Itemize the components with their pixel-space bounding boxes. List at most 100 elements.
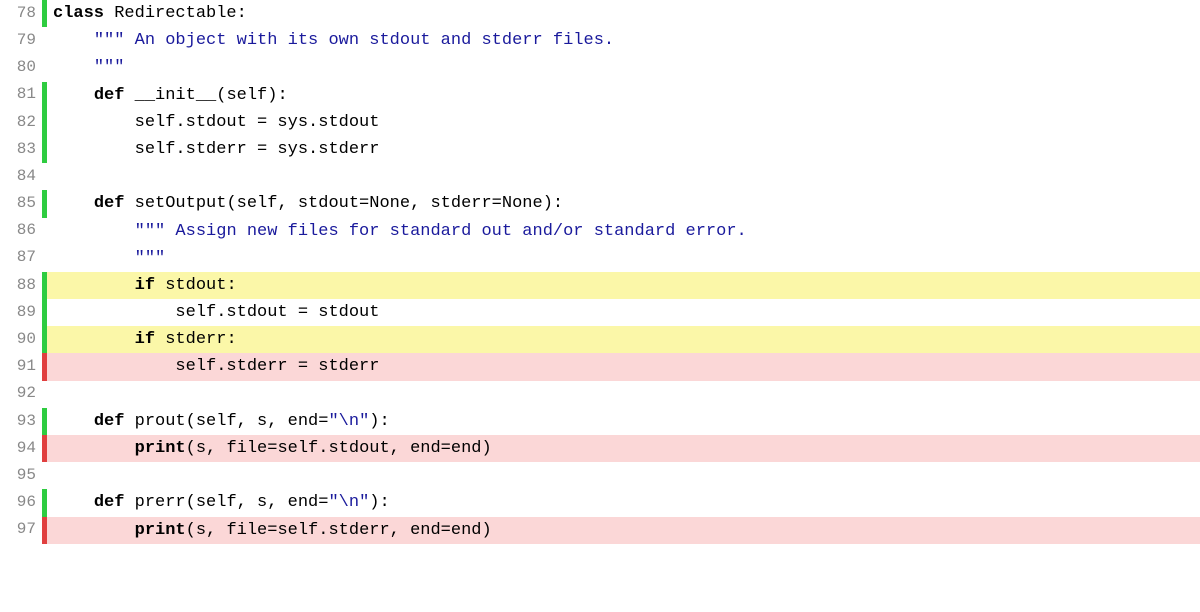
- line-number: 94: [0, 435, 42, 462]
- token-str: "\n": [328, 493, 369, 512]
- token-txt: [53, 58, 94, 77]
- token-str: """ An object with its own stdout and st…: [94, 31, 614, 50]
- line-number: 88: [0, 272, 42, 299]
- code-line: 90 if stderr:: [0, 326, 1200, 353]
- token-txt: [53, 385, 63, 404]
- token-txt: self.stdout = sys.stdout: [53, 113, 379, 132]
- code-line: 97 print(s, file=self.stderr, end=end): [0, 517, 1200, 544]
- line-number: 83: [0, 136, 42, 163]
- line-number: 86: [0, 218, 42, 245]
- token-txt: ):: [369, 412, 389, 431]
- code-line: 91 self.stderr = stderr: [0, 353, 1200, 380]
- token-txt: prerr(self, s, end=: [124, 493, 328, 512]
- token-txt: self.stderr = stderr: [53, 357, 379, 376]
- code-text: def setOutput(self, stdout=None, stderr=…: [47, 190, 1200, 217]
- code-text: self.stderr = sys.stderr: [47, 136, 1200, 163]
- token-txt: [53, 194, 94, 213]
- code-line: 83 self.stderr = sys.stderr: [0, 136, 1200, 163]
- token-txt: [53, 222, 135, 241]
- code-line: 85 def setOutput(self, stdout=None, stde…: [0, 190, 1200, 217]
- line-number: 96: [0, 489, 42, 516]
- token-txt: Redirectable:: [104, 4, 247, 23]
- code-line: 81 def __init__(self):: [0, 82, 1200, 109]
- line-number: 80: [0, 54, 42, 81]
- token-kw: def: [94, 412, 125, 431]
- code-line: 95: [0, 462, 1200, 489]
- token-txt: __init__(self):: [124, 86, 287, 105]
- token-txt: [53, 31, 94, 50]
- token-kw: if: [135, 276, 155, 295]
- code-text: [47, 163, 1200, 190]
- token-txt: self.stdout = stdout: [53, 303, 379, 322]
- code-text: """ An object with its own stdout and st…: [47, 27, 1200, 54]
- line-number: 79: [0, 27, 42, 54]
- code-text: if stderr:: [47, 326, 1200, 353]
- token-kw: def: [94, 86, 125, 105]
- line-number: 81: [0, 82, 42, 109]
- code-text: self.stdout = sys.stdout: [47, 109, 1200, 136]
- line-number: 89: [0, 299, 42, 326]
- token-str: """: [94, 58, 125, 77]
- token-kw: def: [94, 493, 125, 512]
- token-txt: [53, 86, 94, 105]
- token-str: """ Assign new files for standard out an…: [135, 222, 747, 241]
- code-text: class Redirectable:: [47, 0, 1200, 27]
- line-number: 93: [0, 408, 42, 435]
- token-kw: def: [94, 194, 125, 213]
- token-kw: print: [135, 521, 186, 540]
- token-kw: class: [53, 4, 104, 23]
- token-txt: stdout:: [155, 276, 237, 295]
- token-kw: if: [135, 330, 155, 349]
- token-str: "\n": [328, 412, 369, 431]
- code-text: """ Assign new files for standard out an…: [47, 218, 1200, 245]
- token-txt: [53, 493, 94, 512]
- code-text: self.stdout = stdout: [47, 299, 1200, 326]
- token-txt: prout(self, s, end=: [124, 412, 328, 431]
- code-line: 82 self.stdout = sys.stdout: [0, 109, 1200, 136]
- token-txt: [53, 249, 135, 268]
- token-txt: [53, 167, 63, 186]
- code-line: 88 if stdout:: [0, 272, 1200, 299]
- code-text: def prerr(self, s, end="\n"):: [47, 489, 1200, 516]
- line-number: 85: [0, 190, 42, 217]
- code-line: 96 def prerr(self, s, end="\n"):: [0, 489, 1200, 516]
- line-number: 78: [0, 0, 42, 27]
- code-text: print(s, file=self.stderr, end=end): [47, 517, 1200, 544]
- code-line: 78class Redirectable:: [0, 0, 1200, 27]
- token-str: """: [135, 249, 166, 268]
- line-number: 91: [0, 353, 42, 380]
- code-text: print(s, file=self.stdout, end=end): [47, 435, 1200, 462]
- token-txt: ):: [369, 493, 389, 512]
- token-txt: stderr:: [155, 330, 237, 349]
- token-txt: (s, file=self.stdout, end=end): [186, 439, 492, 458]
- token-txt: setOutput(self, stdout=None, stderr=None…: [124, 194, 563, 213]
- code-text: self.stderr = stderr: [47, 353, 1200, 380]
- code-text: if stdout:: [47, 272, 1200, 299]
- token-txt: self.stderr = sys.stderr: [53, 140, 379, 159]
- code-line: 84: [0, 163, 1200, 190]
- code-listing: 78class Redirectable:79 """ An object wi…: [0, 0, 1200, 544]
- code-text: def prout(self, s, end="\n"):: [47, 408, 1200, 435]
- code-text: [47, 381, 1200, 408]
- token-txt: [53, 466, 63, 485]
- line-number: 90: [0, 326, 42, 353]
- line-number: 92: [0, 381, 42, 408]
- code-line: 86 """ Assign new files for standard out…: [0, 218, 1200, 245]
- code-text: """: [47, 54, 1200, 81]
- token-kw: print: [135, 439, 186, 458]
- line-number: 84: [0, 163, 42, 190]
- token-txt: [53, 521, 135, 540]
- line-number: 97: [0, 517, 42, 544]
- token-txt: (s, file=self.stderr, end=end): [186, 521, 492, 540]
- token-txt: [53, 330, 135, 349]
- code-line: 80 """: [0, 54, 1200, 81]
- line-number: 95: [0, 462, 42, 489]
- code-line: 93 def prout(self, s, end="\n"):: [0, 408, 1200, 435]
- code-line: 89 self.stdout = stdout: [0, 299, 1200, 326]
- code-line: 87 """: [0, 245, 1200, 272]
- code-line: 92: [0, 381, 1200, 408]
- line-number: 82: [0, 109, 42, 136]
- code-text: def __init__(self):: [47, 82, 1200, 109]
- token-txt: [53, 439, 135, 458]
- code-text: [47, 462, 1200, 489]
